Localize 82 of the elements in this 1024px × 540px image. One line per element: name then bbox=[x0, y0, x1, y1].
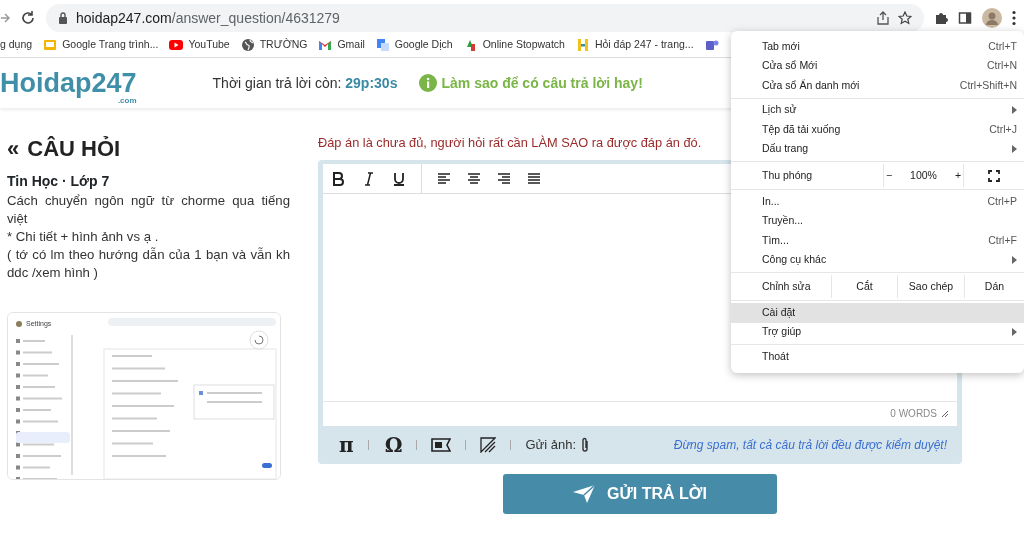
bold-icon bbox=[331, 170, 347, 187]
notice-text: Đáp án là chưa đủ, người hỏi rất cần LÀM SAO ra được đáp án đó. bbox=[318, 134, 702, 152]
globe-icon bbox=[240, 37, 255, 52]
shortcut-text: Ctrl+T bbox=[988, 38, 1017, 54]
menu-item[interactable]: Cửa sổ Mới Ctrl+N bbox=[731, 56, 1024, 76]
logo-icon bbox=[575, 37, 590, 52]
question-text: * Chi tiết + hình ảnh vs ạ . bbox=[7, 228, 160, 246]
timer-text: Thời gian trả lời còn: 29p:30s bbox=[212, 73, 398, 93]
menu-item[interactable]: Truyền... bbox=[731, 211, 1024, 231]
symbol-button[interactable]: π bbox=[339, 433, 354, 458]
settings-logo-icon bbox=[16, 321, 22, 328]
zoom-out-button[interactable]: − bbox=[885, 167, 893, 184]
menu-edit-button[interactable]: Dán bbox=[964, 275, 1024, 298]
shortcut-text: Ctrl+P bbox=[987, 193, 1017, 209]
word-count: 0 WORDS bbox=[890, 407, 937, 422]
justify-icon bbox=[526, 170, 542, 187]
submenu-arrow-icon bbox=[1012, 328, 1017, 337]
info-icon bbox=[419, 74, 438, 92]
slides-icon bbox=[43, 37, 58, 52]
drawing-pad-icon[interactable] bbox=[480, 437, 497, 454]
upload-label: Gửi ảnh: bbox=[525, 436, 577, 455]
resize-handle-icon[interactable] bbox=[941, 410, 949, 419]
symbol-button[interactable]: Ω bbox=[384, 433, 403, 458]
submit-button[interactable]: GỬI TRẢ LỜI bbox=[503, 474, 777, 515]
logo-suffix: .com bbox=[117, 96, 137, 105]
menu-item[interactable]: Trợ giúp bbox=[731, 322, 1024, 342]
menu-item[interactable]: Dấu trang bbox=[731, 139, 1024, 159]
question-heading: CÂU HỎI bbox=[27, 135, 121, 163]
menu-item[interactable]: Công cụ khác bbox=[731, 250, 1024, 270]
align-center-icon bbox=[466, 170, 482, 187]
align-right-icon bbox=[496, 170, 512, 187]
shortcut-text: Ctrl+Shift+N bbox=[959, 77, 1017, 93]
menu-item[interactable]: Cài đặt bbox=[731, 303, 1024, 323]
reload-icon[interactable] bbox=[20, 10, 36, 26]
fullscreen-icon[interactable] bbox=[988, 169, 1000, 182]
question-text: ( tớ có lm theo hướng dẫn của 1 bạn và vẫn kh ddc /xem hình ) bbox=[7, 246, 290, 282]
menu-icon[interactable] bbox=[1012, 10, 1016, 26]
keyboard-icon[interactable] bbox=[431, 438, 452, 453]
url-text: hoidap247.com/answer_question/4631279 bbox=[76, 8, 340, 28]
bookmark[interactable]: Online Stopwatch bbox=[463, 36, 565, 53]
bookmark[interactable]: Gmail bbox=[318, 36, 365, 53]
shortcut-text: Ctrl+F bbox=[988, 232, 1017, 248]
star-icon[interactable] bbox=[898, 11, 912, 25]
bookmark[interactable]: g dụng bbox=[0, 36, 33, 53]
submenu-arrow-icon bbox=[1012, 145, 1017, 154]
submenu-arrow-icon bbox=[1012, 106, 1017, 115]
menu-item[interactable]: Cửa sổ Ẩn danh mới Ctrl+Shift+N bbox=[731, 76, 1024, 96]
spam-warning: Đừng spam, tất cả câu trả lời đều được kiểm duyệt! bbox=[673, 437, 947, 455]
address-bar[interactable]: hoidap247.com/answer_question/4631279 bbox=[46, 4, 924, 32]
menu-edit-button[interactable]: Sao chép bbox=[897, 275, 964, 298]
forward-icon[interactable] bbox=[0, 11, 10, 25]
bookmark[interactable]: Google Dịch bbox=[375, 36, 453, 53]
menu-item[interactable]: In... Ctrl+P bbox=[731, 192, 1024, 212]
play-icon bbox=[169, 37, 184, 52]
back-link[interactable]: « bbox=[7, 132, 20, 165]
underline-icon bbox=[391, 170, 407, 187]
bookmark[interactable]: YouTube bbox=[169, 36, 230, 53]
menu-item[interactable]: Tab mới Ctrl+T bbox=[731, 37, 1024, 57]
avatar-icon[interactable] bbox=[982, 8, 1002, 28]
paperclip-icon[interactable] bbox=[580, 437, 591, 454]
subject-label: Tin Học · Lớp 7 bbox=[7, 172, 111, 191]
shortcut-text: Ctrl+N bbox=[986, 58, 1017, 74]
bookmark[interactable]: Hỏi đáp 247 - trang... bbox=[575, 36, 694, 53]
puzzle-icon[interactable] bbox=[934, 11, 948, 25]
menu-item[interactable]: Lịch sử bbox=[731, 100, 1024, 120]
question-text: Cách chuyển ngôn ngữ từ chorme qua tiếng việt bbox=[7, 192, 290, 228]
zoom-in-button[interactable]: + bbox=[954, 167, 962, 184]
side-panel-icon[interactable] bbox=[958, 11, 972, 25]
send-icon bbox=[573, 485, 596, 504]
lock-icon bbox=[58, 12, 68, 24]
menu-item[interactable]: Thoát bbox=[731, 347, 1024, 367]
align-left-icon bbox=[436, 170, 452, 187]
share-icon[interactable] bbox=[876, 11, 890, 25]
menu-item[interactable]: Tệp đã tải xuống Ctrl+J bbox=[731, 120, 1024, 140]
bookmark[interactable]: Google Trang trình... bbox=[43, 36, 159, 53]
menu-edit-button[interactable]: Cắt bbox=[831, 275, 897, 298]
zoom-value: 100% bbox=[910, 167, 937, 183]
menu-item[interactable]: Tìm... Ctrl+F bbox=[731, 231, 1024, 251]
bookmark[interactable]: TRƯỜNG bbox=[240, 36, 308, 53]
submenu-arrow-icon bbox=[1012, 256, 1017, 265]
translate-icon bbox=[375, 37, 390, 52]
shortcut-text: Ctrl+J bbox=[989, 121, 1017, 137]
